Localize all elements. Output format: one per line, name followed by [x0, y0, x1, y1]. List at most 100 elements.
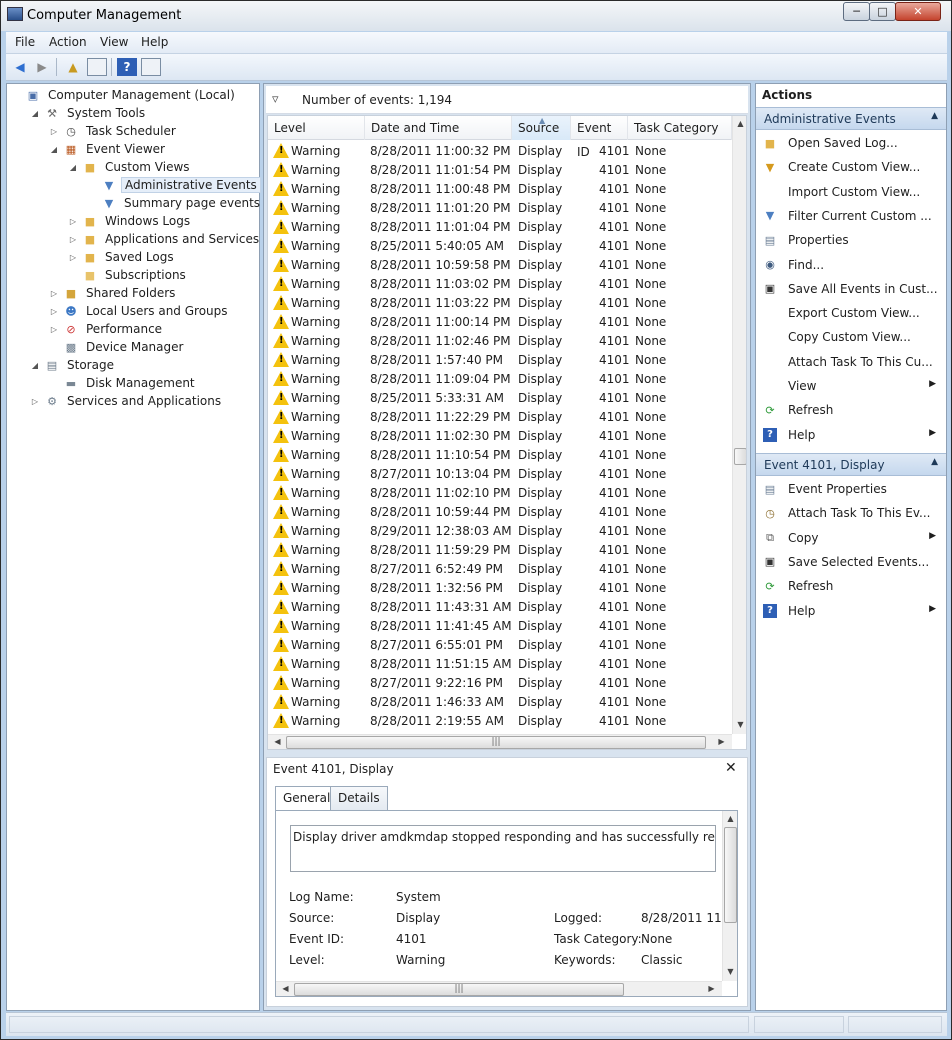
event-row[interactable]: Warning 8/29/2011 12:38:03 AM Display 4101 N…: [268, 521, 732, 540]
action-save-selected-events[interactable]: ▣ Save Selected Events...: [756, 551, 946, 573]
scroll-thumb[interactable]: [734, 448, 746, 465]
action-attach-task-to-this-ev[interactable]: ◷ Attach Task To This Ev...: [756, 502, 946, 524]
event-row[interactable]: Warning 8/25/2011 5:33:31 AM Display 4101 No…: [268, 388, 732, 407]
up-folder-icon[interactable]: ▲: [63, 58, 83, 76]
tree-item-windows-logs[interactable]: ▷ ■ Windows Logs: [68, 212, 193, 230]
events-vertical-scrollbar[interactable]: ▲ ▼: [732, 116, 746, 734]
tree-item-applications-and-services-logs[interactable]: ▷ ■ Applications and Services Logs: [68, 230, 294, 248]
event-row[interactable]: Warning 8/28/2011 11:41:45 AM Display 4101 N…: [268, 616, 732, 635]
action-attach-task-to-this-cu[interactable]: Attach Task To This Cu...: [756, 351, 946, 373]
column-event-id[interactable]: Event ID: [571, 116, 628, 159]
action-save-all-events-in-cust[interactable]: ▣ Save All Events in Cust...: [756, 278, 946, 300]
action-help[interactable]: ? Help ▶: [756, 424, 946, 446]
column-date-time[interactable]: Date and Time: [365, 116, 512, 140]
tree-item-disk-management[interactable]: ▬ Disk Management: [49, 374, 198, 392]
close-icon[interactable]: ✕: [725, 760, 737, 776]
action-export-custom-view[interactable]: Export Custom View...: [756, 302, 946, 324]
menu-help[interactable]: Help: [141, 35, 168, 49]
collapse-caret-icon[interactable]: ▲: [931, 111, 938, 121]
events-horizontal-scrollbar[interactable]: ◀ ||| ▶: [268, 734, 732, 749]
action-filter-current-custom[interactable]: ▼ Filter Current Custom ...: [756, 205, 946, 227]
tree-item-custom-views[interactable]: ◢ ■ Custom Views: [68, 158, 193, 176]
event-row[interactable]: Warning 8/28/2011 11:02:30 PM Display 4101 N…: [268, 426, 732, 445]
scroll-up-arrow-icon[interactable]: ▲: [723, 814, 737, 823]
menu-action[interactable]: Action: [49, 35, 87, 49]
menu-view[interactable]: View: [100, 35, 128, 49]
event-row[interactable]: Warning 8/28/2011 10:59:58 PM Display 4101 N…: [268, 255, 732, 274]
event-row[interactable]: Warning 8/28/2011 11:51:15 AM Display 4101 N…: [268, 654, 732, 673]
action-properties[interactable]: ▤ Properties: [756, 229, 946, 251]
tree-item-administrative-events[interactable]: ▼ Administrative Events: [87, 176, 261, 194]
minimize-button[interactable]: ─: [843, 2, 870, 21]
event-row[interactable]: Warning 8/28/2011 10:59:44 PM Display 4101 N…: [268, 502, 732, 521]
close-button[interactable]: ✕: [895, 2, 941, 21]
event-row[interactable]: Warning 8/28/2011 11:00:14 PM Display 4101 N…: [268, 312, 732, 331]
event-row[interactable]: Warning 8/28/2011 11:01:20 PM Display 4101 N…: [268, 198, 732, 217]
action-refresh[interactable]: ⟳ Refresh: [756, 575, 946, 597]
event-row[interactable]: Warning 8/28/2011 2:19:55 AM Display 4101 No…: [268, 711, 732, 730]
detail-vertical-scrollbar[interactable]: ▲ ▼: [722, 811, 737, 981]
event-row[interactable]: Warning 8/28/2011 11:01:04 PM Display 4101 N…: [268, 217, 732, 236]
forward-arrow-icon[interactable]: ▶: [32, 58, 52, 76]
event-row[interactable]: Warning 8/28/2011 11:03:22 PM Display 4101 N…: [268, 293, 732, 312]
help-icon[interactable]: ?: [117, 58, 137, 76]
tree-item-event-viewer[interactable]: ◢ ▦ Event Viewer: [49, 140, 168, 158]
event-row[interactable]: Warning 8/25/2011 5:40:05 AM Display 4101 No…: [268, 236, 732, 255]
event-row[interactable]: Warning 8/28/2011 11:03:02 PM Display 4101 N…: [268, 274, 732, 293]
show-hide-action-pane-icon[interactable]: [141, 58, 161, 76]
tree-item-system-tools[interactable]: ◢ ⚒ System Tools: [30, 104, 148, 122]
back-arrow-icon[interactable]: ◀: [10, 58, 30, 76]
event-row[interactable]: Warning 8/28/2011 11:09:04 PM Display 4101 N…: [268, 369, 732, 388]
tab-general[interactable]: General: [275, 786, 339, 811]
action-copy[interactable]: ⧉ Copy ▶: [756, 527, 946, 549]
event-row[interactable]: Warning 8/28/2011 11:02:10 PM Display 4101 N…: [268, 483, 732, 502]
expand-arrow-icon[interactable]: ▷: [68, 253, 78, 262]
tree-item-task-scheduler[interactable]: ▷ ◷ Task Scheduler: [49, 122, 179, 140]
action-open-saved-log[interactable]: ■ Open Saved Log...: [756, 132, 946, 154]
action-import-custom-view[interactable]: Import Custom View...: [756, 181, 946, 203]
collapse-arrow-icon[interactable]: ◢: [49, 145, 59, 154]
collapse-caret-icon[interactable]: ▲: [931, 457, 938, 467]
event-message[interactable]: Display driver amdkmdap stopped respondi…: [290, 825, 716, 872]
event-row[interactable]: Warning 8/28/2011 11:01:54 PM Display 4101 N…: [268, 160, 732, 179]
scroll-right-arrow-icon[interactable]: ▶: [714, 737, 729, 746]
scroll-down-arrow-icon[interactable]: ▼: [723, 967, 737, 976]
tree-item-storage[interactable]: ◢ ▤ Storage: [30, 356, 117, 374]
show-hide-console-tree-icon[interactable]: [87, 58, 107, 76]
detail-horizontal-scrollbar[interactable]: ◀ ||| ▶: [276, 981, 722, 996]
title-bar[interactable]: Computer Management ─ □ ✕: [1, 1, 951, 31]
expand-arrow-icon[interactable]: ▷: [49, 325, 59, 334]
scroll-right-arrow-icon[interactable]: ▶: [704, 984, 719, 993]
tree-item-device-manager[interactable]: ▩ Device Manager: [49, 338, 186, 356]
scroll-up-arrow-icon[interactable]: ▲: [733, 119, 746, 128]
scroll-left-arrow-icon[interactable]: ◀: [270, 737, 285, 746]
action-view[interactable]: View ▶: [756, 375, 946, 397]
tree-item-summary-page-events[interactable]: ▼ Summary page events: [87, 194, 263, 212]
actions-section-header[interactable]: Administrative Events ▲: [756, 107, 946, 130]
expand-arrow-icon[interactable]: ▷: [49, 127, 59, 136]
event-row[interactable]: Warning 8/28/2011 11:00:32 PM Display 4101 N…: [268, 141, 732, 160]
collapse-arrow-icon[interactable]: ◢: [68, 163, 78, 172]
expand-arrow-icon[interactable]: ▷: [68, 235, 78, 244]
event-row[interactable]: Warning 8/27/2011 6:55:01 PM Display 4101 No…: [268, 635, 732, 654]
scroll-thumb[interactable]: |||: [294, 983, 624, 996]
scroll-thumb[interactable]: [724, 827, 737, 923]
collapse-arrow-icon[interactable]: ◢: [30, 361, 40, 370]
actions-section-header[interactable]: Event 4101, Display ▲: [756, 453, 946, 476]
event-row[interactable]: Warning 8/28/2011 11:59:29 PM Display 4101 N…: [268, 540, 732, 559]
event-row[interactable]: Warning 8/28/2011 11:22:29 PM Display 4101 N…: [268, 407, 732, 426]
tree-item-subscriptions[interactable]: ■ Subscriptions: [68, 266, 189, 284]
tree-item-local-users-and-groups[interactable]: ▷ ☻ Local Users and Groups: [49, 302, 231, 320]
event-row[interactable]: Warning 8/27/2011 9:22:16 PM Display 4101 No…: [268, 673, 732, 692]
event-row[interactable]: Warning 8/28/2011 11:43:31 AM Display 4101 N…: [268, 597, 732, 616]
collapse-arrow-icon[interactable]: ◢: [30, 109, 40, 118]
scroll-left-arrow-icon[interactable]: ◀: [278, 984, 293, 993]
column-task-category[interactable]: Task Category: [628, 116, 732, 140]
event-row[interactable]: Warning 8/28/2011 11:10:54 PM Display 4101 N…: [268, 445, 732, 464]
maximize-button[interactable]: □: [869, 2, 896, 21]
tree-item-computer-management-local-[interactable]: ▣ Computer Management (Local): [11, 86, 238, 104]
action-refresh[interactable]: ⟳ Refresh: [756, 399, 946, 421]
expand-arrow-icon[interactable]: ▷: [49, 307, 59, 316]
action-event-properties[interactable]: ▤ Event Properties: [756, 478, 946, 500]
expand-arrow-icon[interactable]: ▷: [49, 289, 59, 298]
